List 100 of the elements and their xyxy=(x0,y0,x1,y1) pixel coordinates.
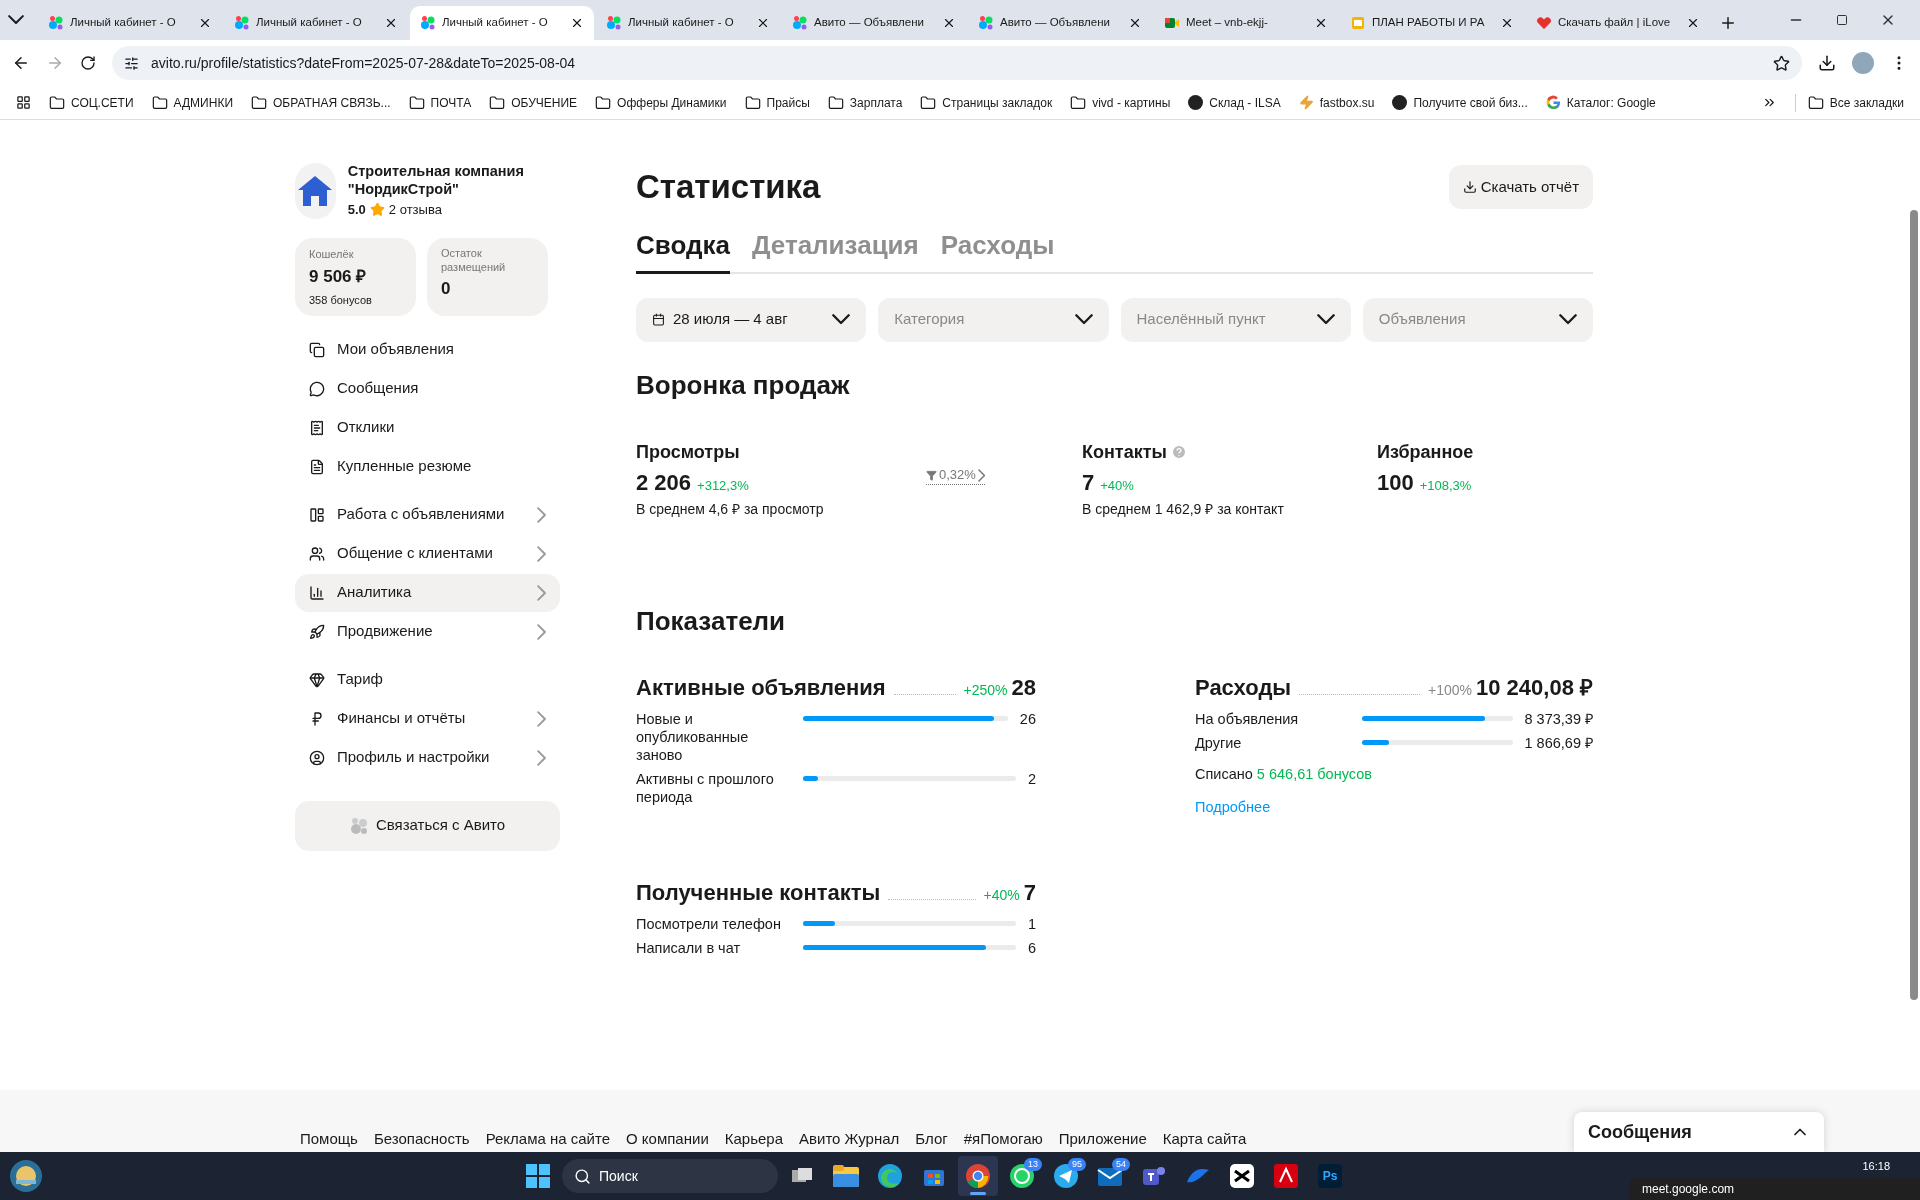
date-range-select[interactable]: 28 июля — 4 авг xyxy=(636,297,867,342)
menu-item[interactable]: Купленные резюме xyxy=(295,447,560,486)
dots-icon xyxy=(606,15,622,31)
photoshop-icon[interactable]: Ps xyxy=(1318,1164,1342,1188)
apps-icon[interactable] xyxy=(16,95,31,110)
menu-item[interactable]: Отклики xyxy=(295,408,560,447)
chrome-icon[interactable] xyxy=(965,1163,991,1189)
bookmark[interactable]: Прайсы xyxy=(744,93,810,112)
browser-tab[interactable]: Личный кабинет - О xyxy=(38,6,222,40)
browser-tab[interactable]: Meet – vnb-ekjj- xyxy=(1154,6,1338,40)
close-icon[interactable] xyxy=(570,16,584,30)
browser-tab[interactable]: ПЛАН РАБОТЫ И РА xyxy=(1340,6,1524,40)
bookmark[interactable]: СОЦ.СЕТИ xyxy=(49,93,134,112)
close-icon[interactable] xyxy=(1128,16,1142,30)
browser-tab[interactable]: Личный кабинет - О xyxy=(224,6,408,40)
capcut-icon[interactable] xyxy=(1230,1164,1254,1188)
close-icon[interactable] xyxy=(1500,16,1514,30)
menu-item[interactable]: Сообщения xyxy=(295,369,560,408)
bookmark[interactable]: Получите свой биз... xyxy=(1392,93,1528,112)
browser-tab[interactable]: Авито — Объявлени xyxy=(968,6,1152,40)
address-field[interactable]: avito.ru/profile/statistics?dateFrom=2025-07-28&dateTo=2025-08-04 xyxy=(112,46,1802,80)
restore-icon[interactable] xyxy=(1836,14,1848,26)
bookmark[interactable]: Офферы Динамики xyxy=(595,93,727,112)
bookmark[interactable]: ОБУЧЕНИЕ xyxy=(489,93,578,112)
footer-link[interactable]: О компании xyxy=(626,1127,709,1150)
menu-item[interactable]: Аналитика xyxy=(295,573,560,612)
browser-tab[interactable]: Скачать файл | iLove xyxy=(1526,6,1710,40)
footer-link[interactable]: Авито Журнал xyxy=(799,1127,900,1150)
site-settings-icon[interactable] xyxy=(124,55,139,71)
wallet-card[interactable]: Кошелёк 9 506 ₽ 358 бонусов xyxy=(295,237,416,316)
bookmark[interactable]: Страницы закладок xyxy=(920,93,1053,112)
footer-link[interactable]: Безопасность xyxy=(373,1127,470,1150)
menu-item[interactable]: Работа с объявлениями xyxy=(295,495,560,534)
metric-value: 100 xyxy=(1377,468,1414,497)
search-field[interactable]: Поиск xyxy=(562,1159,778,1193)
browser-tab[interactable]: Личный кабинет - О xyxy=(596,6,780,40)
start-icon[interactable] xyxy=(526,1164,550,1188)
bookmark[interactable]: Склад - ILSA xyxy=(1188,93,1281,112)
reload-icon[interactable] xyxy=(80,55,96,71)
weather-icon[interactable] xyxy=(8,1158,44,1194)
footer-link[interactable]: Карьера xyxy=(724,1127,784,1150)
folder-icon xyxy=(1070,94,1087,111)
menu-item[interactable]: Финансы и отчёты xyxy=(295,699,560,738)
footer-link[interactable]: Приложение xyxy=(1058,1127,1147,1150)
new-tab-icon[interactable] xyxy=(1719,14,1737,32)
footer-link[interactable]: Помощь xyxy=(300,1127,358,1150)
google-icon xyxy=(1545,95,1561,110)
menu-item[interactable]: Продвижение xyxy=(295,612,560,651)
menu-item[interactable]: Тариф xyxy=(295,660,560,699)
back-icon[interactable] xyxy=(12,54,30,72)
change-value: +40% xyxy=(983,885,1020,905)
taskbar-app-button[interactable] xyxy=(958,1156,998,1196)
bookmark[interactable]: Каталог: Google xyxy=(1545,93,1656,112)
bookmark[interactable]: АДМИНКИ xyxy=(151,93,233,112)
footer-link[interactable]: Карта сайта xyxy=(1162,1127,1247,1150)
footer-link[interactable]: #яПомогаю xyxy=(963,1127,1043,1150)
close-icon[interactable] xyxy=(1314,16,1328,30)
footer-link[interactable]: Реклама на сайте xyxy=(485,1127,611,1150)
download-report-button[interactable]: Скачать отчёт xyxy=(1448,164,1593,209)
bookmark[interactable]: ПОЧТА xyxy=(408,93,472,112)
close-icon[interactable] xyxy=(756,16,770,30)
browser-tab[interactable]: Личный кабинет - О xyxy=(410,6,594,40)
footer-link[interactable]: Блог xyxy=(915,1127,948,1150)
folder-icon[interactable] xyxy=(833,1165,859,1187)
row-value: 1 866,69 ₽ xyxy=(1524,733,1593,752)
menu-item[interactable]: Мои объявления xyxy=(295,330,560,369)
bookmark[interactable]: Все закладки xyxy=(1794,93,1904,112)
taskbar-app-button[interactable]: 54 xyxy=(1090,1156,1130,1196)
folder-icon xyxy=(49,94,65,111)
scrollbar[interactable] xyxy=(1910,210,1918,1000)
browser-tab[interactable]: Авито — Объявлени xyxy=(782,6,966,40)
bookmark-star-icon[interactable] xyxy=(1773,54,1790,72)
taskbar-app-button[interactable]: 13 xyxy=(1002,1156,1042,1196)
taskbar-app-button[interactable]: 95 xyxy=(1046,1156,1086,1196)
menu-item[interactable]: Профиль и настройки xyxy=(295,738,560,777)
acrobat-icon[interactable] xyxy=(1274,1164,1298,1188)
contact-avito-button[interactable]: Связаться с Авито xyxy=(295,800,560,851)
close-icon[interactable] xyxy=(198,16,212,30)
tab-title: ПЛАН РАБОТЫ И РА xyxy=(1372,15,1485,31)
bookmark[interactable]: vivd - картины xyxy=(1070,93,1171,112)
menu-item[interactable]: Общение с клиентами xyxy=(295,534,560,573)
close-icon[interactable] xyxy=(942,16,956,30)
bookmark[interactable]: fastbox.su xyxy=(1298,93,1375,112)
close-icon[interactable] xyxy=(1686,16,1700,30)
conversion-link[interactable]: 0,32% xyxy=(926,466,986,485)
bookmark[interactable]: Зарплата xyxy=(827,93,903,112)
placements-card[interactable]: Остаток размещений 0 xyxy=(427,237,548,316)
messages-widget[interactable]: Сообщения xyxy=(1574,1112,1824,1152)
tab-search-icon[interactable] xyxy=(8,15,24,25)
taskbar-app-button[interactable]: Ps xyxy=(1310,1156,1350,1196)
row-label: Посмотрели телефон xyxy=(636,914,782,933)
section-tab[interactable]: Сводка xyxy=(636,225,730,274)
reviews-link[interactable]: 2 отзыва xyxy=(388,200,442,220)
company-name[interactable]: Строительная компания "НордикСтрой" xyxy=(347,162,560,198)
download-icon[interactable] xyxy=(1818,54,1836,72)
edge-icon[interactable] xyxy=(877,1163,903,1189)
notification-popup[interactable]: meet.google.com xyxy=(1630,1178,1920,1200)
bookmark[interactable]: ОБРАТНАЯ СВЯЗЬ... xyxy=(251,93,391,112)
teams-icon[interactable] xyxy=(1141,1164,1167,1188)
close-icon[interactable] xyxy=(384,16,398,30)
